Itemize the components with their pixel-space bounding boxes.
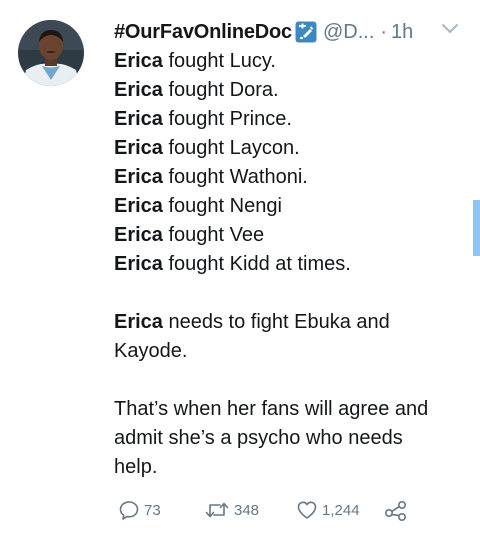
chevron-down-icon[interactable] xyxy=(440,22,460,36)
tweet-line: Erica fought Nengi xyxy=(114,192,460,221)
tweet-line: Erica fought Laycon. xyxy=(114,134,460,163)
tweet-line: help. xyxy=(114,456,158,478)
name-mention: Erica xyxy=(114,253,163,275)
tweet-line: Erica fought Prince. xyxy=(114,105,460,134)
tweet-line: Kayode. xyxy=(114,340,188,362)
tweet-line: Erica needs to fight Ebuka and xyxy=(114,308,460,337)
line-text: fought Dora. xyxy=(162,79,279,101)
like-button[interactable]: 1,244 xyxy=(296,496,360,524)
name-mention: Erica xyxy=(114,50,163,72)
line-text: needs to fight Ebuka and xyxy=(162,311,390,333)
line-text: fought Kidd at times. xyxy=(162,253,351,275)
tweet-line: That’s when her fans will agree and xyxy=(114,398,429,420)
retweet-button[interactable]: 348 xyxy=(204,496,259,524)
line-text: fought Vee xyxy=(162,224,265,246)
name-mention: Erica xyxy=(114,195,163,217)
tweet-text: Erica fought Lucy. Erica fought Dora. Er… xyxy=(114,47,460,482)
name-mention: Erica xyxy=(114,224,163,246)
retweet-icon xyxy=(204,499,230,521)
name-mention: Erica xyxy=(114,166,163,188)
tweet-line: Erica fought Lucy. xyxy=(114,47,460,76)
share-button[interactable] xyxy=(384,496,408,524)
name-mention: Erica xyxy=(114,79,163,101)
name-mention: Erica xyxy=(114,311,163,333)
tweet-line: Erica fought Kidd at times. xyxy=(114,250,460,279)
health-worker-badge-icon xyxy=(295,21,317,43)
name-mention: Erica xyxy=(114,137,163,159)
heart-icon xyxy=(296,499,318,521)
user-handle[interactable]: @D... xyxy=(323,21,374,44)
reply-button[interactable]: 73 xyxy=(118,496,161,524)
line-text: fought Laycon. xyxy=(162,137,300,159)
tweet-line: Erica fought Vee xyxy=(114,221,460,250)
tweet-actions: 73 348 1,244 xyxy=(118,496,438,524)
tweet-line: Erica fought Wathoni. xyxy=(114,163,460,192)
timestamp[interactable]: 1h xyxy=(391,21,413,44)
reply-count: 73 xyxy=(144,501,161,519)
display-name[interactable]: #OurFavOnlineDoc xyxy=(114,21,292,44)
share-icon xyxy=(384,499,408,521)
line-text: fought Nengi xyxy=(162,195,282,217)
separator-dot: · xyxy=(380,20,388,43)
line-text: fought Wathoni. xyxy=(162,166,308,188)
name-mention: Erica xyxy=(114,108,163,130)
avatar[interactable] xyxy=(18,20,84,86)
scroll-indicator[interactable] xyxy=(473,200,480,256)
line-text: fought Lucy. xyxy=(162,50,276,72)
line-text: fought Prince. xyxy=(162,108,292,130)
tweet[interactable]: #OurFavOnlineDoc @D... · 1h Erica fought… xyxy=(0,0,480,533)
reply-icon xyxy=(118,499,140,521)
like-count: 1,244 xyxy=(322,501,360,519)
tweet-header: #OurFavOnlineDoc @D... · 1h xyxy=(114,16,464,48)
tweet-line: Erica fought Dora. xyxy=(114,76,460,105)
tweet-line: admit she’s a psycho who needs xyxy=(114,427,403,449)
retweet-count: 348 xyxy=(234,501,260,519)
